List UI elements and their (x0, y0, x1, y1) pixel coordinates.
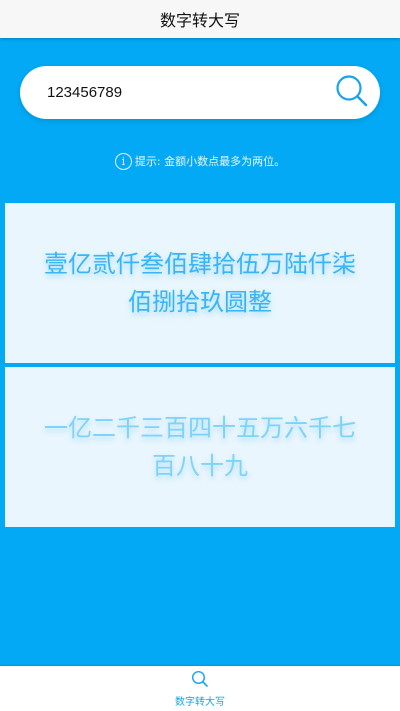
uppercase-amount-card: 壹亿贰仟叁佰肆拾伍万陆仟柒佰捌拾玖圆整 (5, 203, 395, 363)
search-icon (335, 74, 369, 112)
chinese-numerals-card: 一亿二千三百四十五万六千七百八十九 (5, 367, 395, 527)
info-icon: i (114, 152, 132, 170)
search-bar (20, 66, 380, 119)
navigation-bar: 数字转大写 (0, 0, 400, 38)
number-input[interactable] (20, 66, 324, 119)
app-screen: 数字转大写 i 提示: 金额小数点最多为两位。 壹亿贰仟叁佰肆拾伍万陆仟柒佰捌拾… (0, 0, 400, 711)
tab-bar: 数字转大写 (0, 666, 400, 711)
search-button[interactable] (324, 66, 380, 119)
uppercase-amount-text: 壹亿贰仟叁佰肆拾伍万陆仟柒佰捌拾玖圆整 (44, 250, 356, 316)
decimal-hint: i 提示: 金额小数点最多为两位。 (0, 151, 400, 171)
page-title: 数字转大写 (159, 11, 240, 30)
search-icon (191, 670, 209, 692)
hint-text: 提示: 金额小数点最多为两位。 (134, 155, 286, 168)
tab-label: 数字转大写 (175, 696, 225, 708)
tab-number-to-uppercase[interactable]: 数字转大写 (175, 670, 225, 708)
chinese-numerals-text: 一亿二千三百四十五万六千七百八十九 (44, 414, 356, 480)
